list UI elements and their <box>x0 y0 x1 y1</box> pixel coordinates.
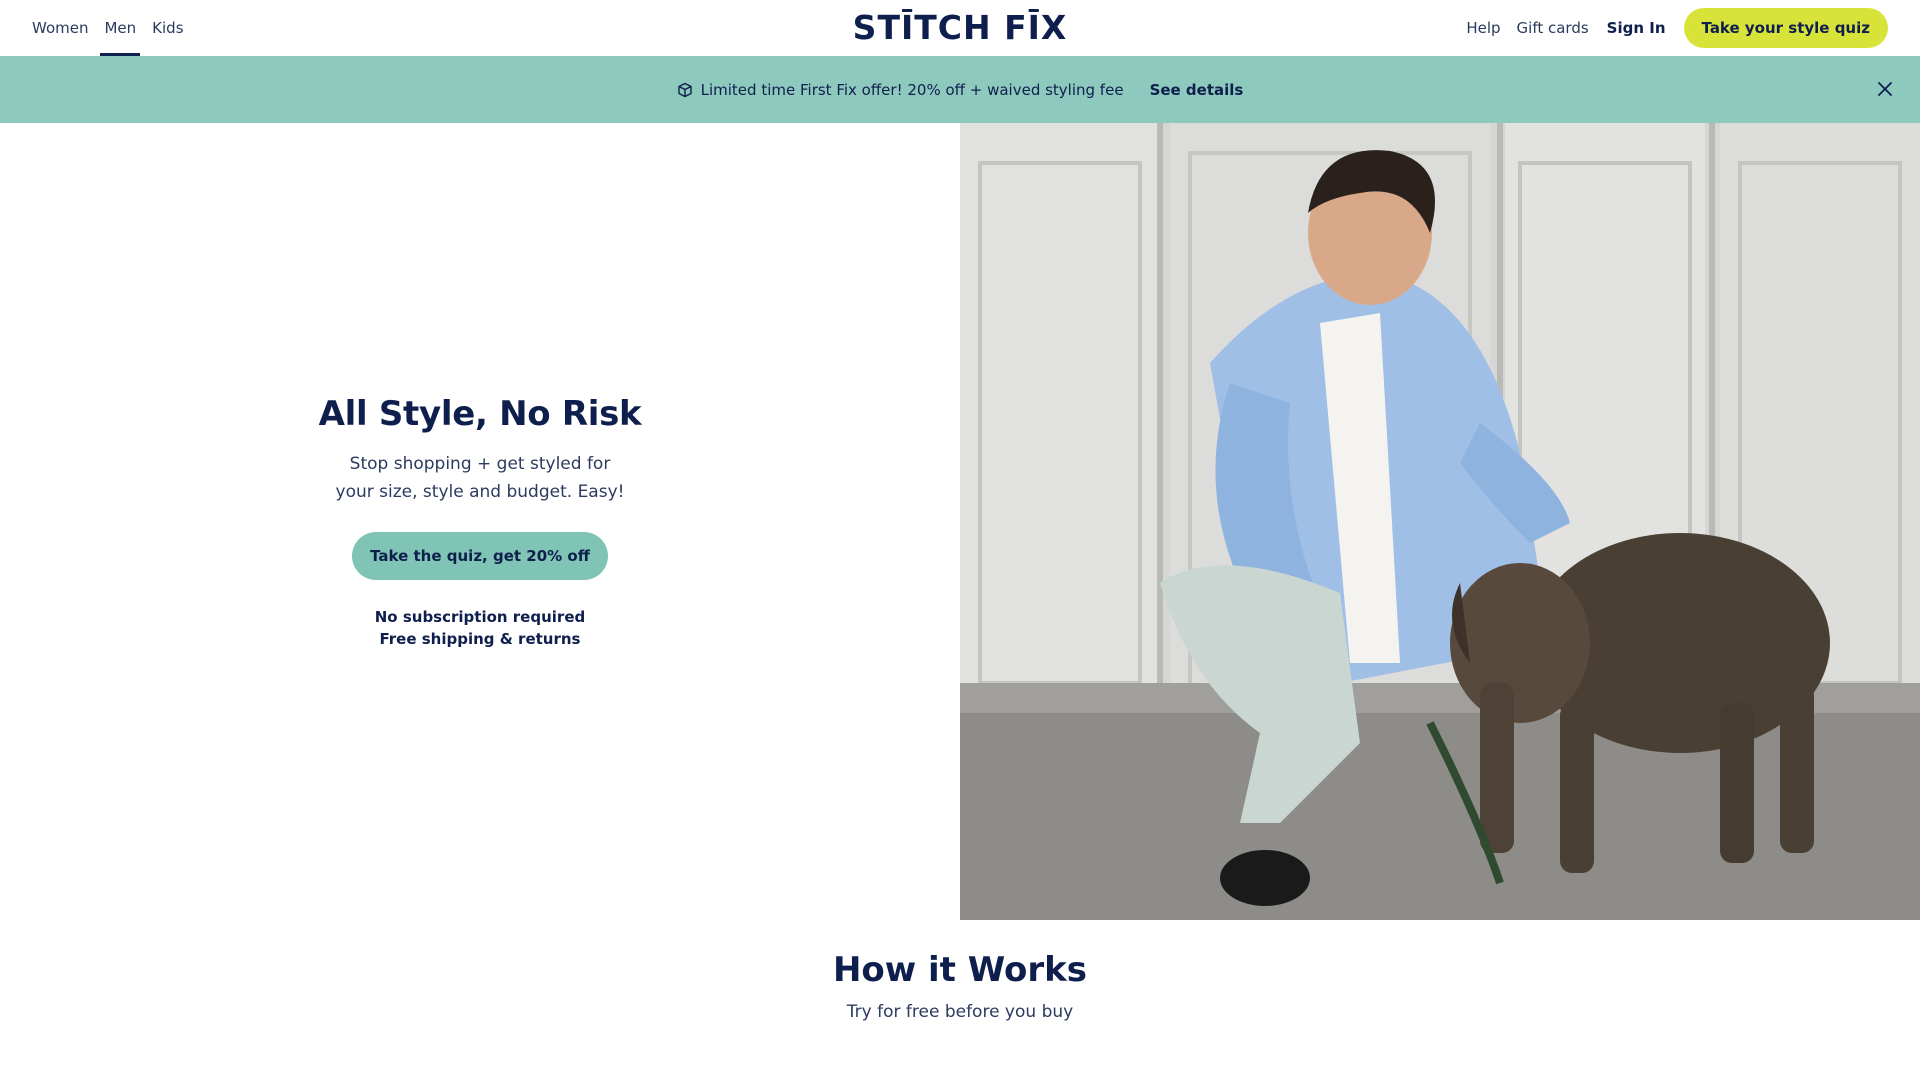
take-style-quiz-button[interactable]: Take your style quiz <box>1683 8 1888 48</box>
nav-women[interactable]: Women <box>32 0 88 56</box>
site-header: Women Men Kids STĪTCH FĪX Help Gift card… <box>0 0 1920 56</box>
close-icon[interactable] <box>1874 78 1896 100</box>
hero-subtitle: Stop shopping + get styled for your size… <box>335 453 625 502</box>
free-shipping-note: Free shipping & returns <box>379 629 581 648</box>
help-link[interactable]: Help <box>1466 19 1500 37</box>
see-details-link[interactable]: See details <box>1150 81 1244 99</box>
no-subscription-note: No subscription required <box>374 607 586 626</box>
sign-in-link[interactable]: Sign In <box>1607 19 1666 37</box>
hero-title: All Style, No Risk <box>318 393 642 434</box>
box-icon <box>677 82 693 98</box>
promo-text: Limited time First Fix offer! 20% off + … <box>700 80 1124 99</box>
nav-men[interactable]: Men <box>100 0 140 56</box>
utility-nav: Help Gift cards Sign In Take your style … <box>1450 0 1888 56</box>
gift-cards-link[interactable]: Gift cards <box>1517 19 1589 37</box>
category-nav: Women Men Kids <box>32 0 184 56</box>
nav-kids[interactable]: Kids <box>152 0 183 56</box>
promo-content: Limited time First Fix offer! 20% off + … <box>677 80 1244 99</box>
promo-banner: Limited time First Fix offer! 20% off + … <box>0 56 1920 123</box>
hero-content: All Style, No Risk Stop shopping + get s… <box>0 123 960 920</box>
stitch-fix-logo[interactable]: STĪTCH FĪX <box>850 6 1070 50</box>
take-quiz-discount-button[interactable]: Take the quiz, get 20% off <box>352 531 608 580</box>
hero-notes: No subscription required Free shipping &… <box>375 606 585 650</box>
how-it-works-subtitle: Try for free before you buy <box>846 1002 1074 1022</box>
how-it-works-title: How it Works <box>832 950 1088 990</box>
how-it-works-section: How it Works Try for free before you buy <box>0 950 1920 1022</box>
hero-photo <box>960 123 1920 920</box>
